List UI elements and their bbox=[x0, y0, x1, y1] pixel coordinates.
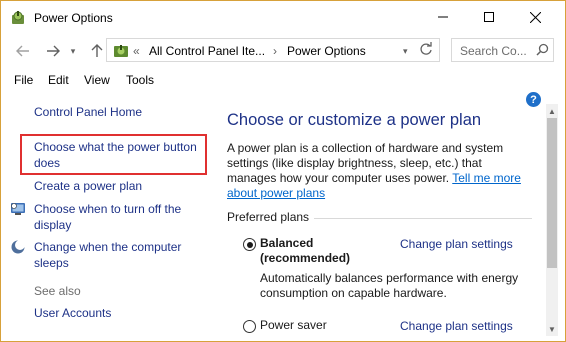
refresh-icon[interactable] bbox=[419, 42, 433, 59]
scrollbar-thumb[interactable] bbox=[547, 118, 557, 268]
control-panel-home-link[interactable]: Control Panel Home bbox=[34, 104, 142, 120]
menu-view[interactable]: View bbox=[84, 73, 110, 87]
scroll-up-arrow-icon[interactable]: ▲ bbox=[546, 105, 558, 117]
display-icon bbox=[10, 201, 26, 220]
see-also-label: See also bbox=[34, 284, 81, 298]
window-title: Power Options bbox=[34, 11, 113, 25]
breadcrumb-overflow[interactable]: « bbox=[133, 44, 140, 58]
page-description: A power plan is a collection of hardware… bbox=[227, 141, 527, 201]
power-saver-change-settings-link[interactable]: Change plan settings bbox=[400, 319, 513, 333]
turn-off-display-link[interactable]: Choose when to turn off the display bbox=[34, 201, 194, 233]
minimize-button[interactable] bbox=[420, 0, 466, 34]
section-divider bbox=[314, 218, 532, 219]
breadcrumb-separator: › bbox=[273, 44, 277, 58]
power-button-link[interactable]: Choose what the power button does bbox=[34, 139, 204, 171]
create-power-plan-link[interactable]: Create a power plan bbox=[34, 178, 142, 194]
up-arrow-icon bbox=[91, 44, 103, 57]
search-icon[interactable] bbox=[536, 43, 549, 59]
search-placeholder: Search Co... bbox=[460, 44, 527, 58]
maximize-icon bbox=[484, 12, 494, 22]
close-button[interactable] bbox=[512, 0, 558, 34]
balanced-radio[interactable] bbox=[243, 238, 256, 251]
maximize-button[interactable] bbox=[466, 0, 512, 34]
up-button[interactable] bbox=[86, 41, 108, 61]
chevron-down-icon[interactable]: ▾ bbox=[403, 46, 408, 57]
recent-locations-button[interactable]: ▾ bbox=[66, 41, 80, 61]
back-button[interactable] bbox=[12, 41, 34, 61]
title-bar: Power Options bbox=[0, 0, 566, 36]
forward-arrow-icon bbox=[47, 45, 60, 57]
sleep-settings-link[interactable]: Change when the computer sleeps bbox=[34, 239, 194, 271]
help-icon[interactable]: ? bbox=[526, 92, 541, 107]
breadcrumb-power-options[interactable]: Power Options bbox=[287, 44, 366, 58]
close-icon bbox=[529, 11, 541, 23]
power-saver-radio[interactable] bbox=[243, 320, 256, 333]
search-input[interactable]: Search Co... bbox=[451, 38, 554, 62]
balanced-plan-name: Balanced bbox=[260, 236, 314, 250]
sleep-icon bbox=[10, 239, 26, 258]
back-arrow-icon bbox=[16, 45, 29, 57]
preferred-plans-label: Preferred plans bbox=[227, 210, 310, 224]
forward-button[interactable] bbox=[42, 41, 64, 61]
scroll-down-arrow-icon[interactable]: ▼ bbox=[546, 323, 558, 335]
chevron-down-icon: ▾ bbox=[70, 45, 76, 56]
menu-tools[interactable]: Tools bbox=[126, 73, 154, 87]
power-options-icon bbox=[10, 10, 26, 26]
balanced-change-settings-link[interactable]: Change plan settings bbox=[400, 237, 513, 251]
balanced-plan-description: Automatically balances performance with … bbox=[260, 271, 519, 300]
balanced-plan-tag: (recommended) bbox=[260, 251, 351, 265]
user-accounts-link[interactable]: User Accounts bbox=[34, 305, 111, 321]
menu-file[interactable]: File bbox=[14, 73, 33, 87]
address-bar[interactable]: « All Control Panel Ite... › Power Optio… bbox=[106, 38, 440, 62]
power-saver-plan-name: Power saver bbox=[260, 318, 327, 332]
page-title: Choose or customize a power plan bbox=[227, 111, 482, 129]
breadcrumb-control-panel[interactable]: All Control Panel Ite... bbox=[149, 44, 265, 58]
control-panel-icon bbox=[113, 43, 129, 59]
minimize-icon bbox=[438, 16, 448, 18]
menu-edit[interactable]: Edit bbox=[48, 73, 69, 87]
